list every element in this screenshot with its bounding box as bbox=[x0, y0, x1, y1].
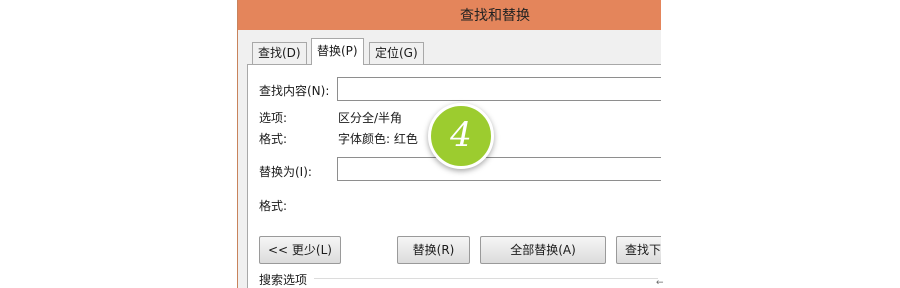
tab-find[interactable]: 查找(D) bbox=[252, 42, 307, 64]
search-options-divider bbox=[314, 278, 658, 279]
replace-with-label: 替换为(I): bbox=[259, 165, 312, 179]
search-options-label: 搜索选项 bbox=[259, 273, 308, 287]
replace-with-input[interactable] bbox=[337, 157, 661, 181]
tab-replace[interactable]: 替换(P) bbox=[311, 38, 364, 65]
find-what-label: 查找内容(N): bbox=[259, 84, 330, 98]
step-number-badge: 4 bbox=[428, 103, 494, 169]
replace-format-label: 格式: bbox=[259, 199, 288, 213]
find-what-input[interactable] bbox=[337, 77, 661, 101]
dialog-title: 查找和替换 bbox=[460, 8, 530, 24]
replace-button[interactable]: 替换(R) bbox=[397, 236, 470, 264]
title-bar[interactable]: 查找和替换 bbox=[238, 0, 661, 30]
find-next-button[interactable]: 查找下 bbox=[616, 236, 661, 264]
resize-arrow-icon: ← bbox=[656, 278, 664, 288]
find-format-value: 字体颜色: 红色 bbox=[338, 132, 418, 146]
find-format-label: 格式: bbox=[259, 132, 288, 146]
less-button[interactable]: << 更少(L) bbox=[259, 236, 341, 264]
options-label: 选项: bbox=[259, 111, 288, 125]
options-value: 区分全/半角 bbox=[338, 111, 403, 125]
replace-all-button[interactable]: 全部替换(A) bbox=[480, 236, 606, 264]
tab-goto[interactable]: 定位(G) bbox=[369, 42, 424, 64]
